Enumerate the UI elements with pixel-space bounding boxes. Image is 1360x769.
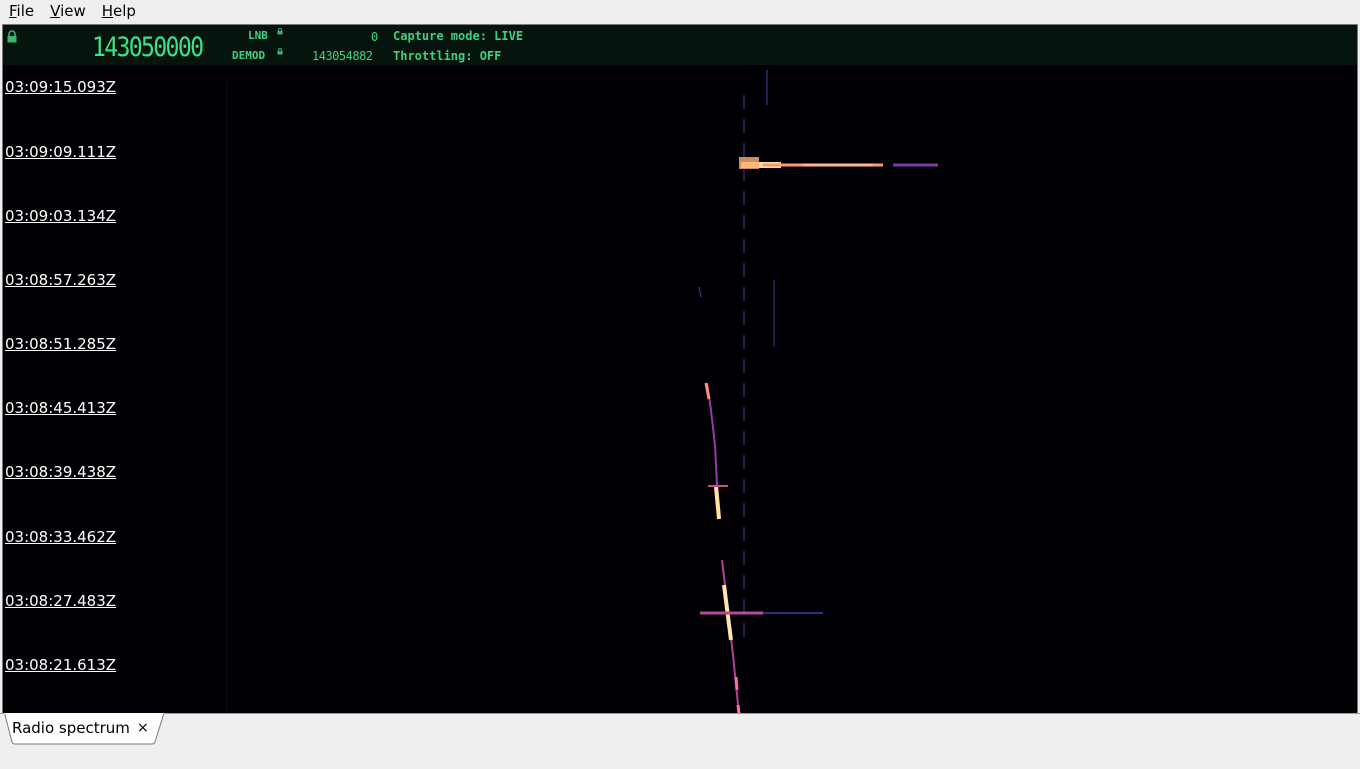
menu-file[interactable]: File bbox=[0, 0, 41, 22]
timestamp-label[interactable]: 03:08:21.613Z bbox=[5, 656, 116, 674]
menu-help[interactable]: Help bbox=[93, 0, 143, 22]
lnb-lock-icon[interactable] bbox=[277, 28, 283, 35]
lnb-label: LNB bbox=[248, 29, 268, 42]
timestamp-label[interactable]: 03:08:33.462Z bbox=[5, 528, 116, 546]
timestamp-label[interactable]: 03:08:39.438Z bbox=[5, 463, 116, 481]
menu-bar: File View Help bbox=[0, 0, 1360, 22]
demod-label: DEMOD bbox=[232, 49, 266, 62]
tab-label: Radio spectrum bbox=[12, 719, 130, 737]
timestamp-label[interactable]: 03:08:51.285Z bbox=[5, 335, 116, 353]
timestamp-label[interactable]: 03:08:27.483Z bbox=[5, 592, 116, 610]
main-frequency-display[interactable]: 143050000 bbox=[92, 33, 204, 63]
lnb-value[interactable]: 0 bbox=[371, 30, 378, 44]
menu-view[interactable]: View bbox=[41, 0, 93, 22]
spectrum-waterfall[interactable] bbox=[3, 65, 1357, 714]
tab-bar: Radio spectrum × bbox=[0, 713, 1360, 769]
spectrum-panel: 143050000 LNB 0 DEMOD 143054882 Capture … bbox=[2, 24, 1358, 714]
throttling-status: Throttling: OFF bbox=[393, 49, 502, 63]
timestamp-label[interactable]: 03:08:57.263Z bbox=[5, 271, 116, 289]
capture-mode-status: Capture mode: LIVE bbox=[393, 29, 524, 43]
tab-radio-spectrum[interactable]: Radio spectrum × bbox=[4, 713, 164, 745]
demod-frequency-value[interactable]: 143054882 bbox=[312, 49, 373, 63]
lock-icon[interactable] bbox=[6, 30, 18, 43]
timestamp-label[interactable]: 03:09:09.111Z bbox=[5, 143, 116, 161]
timestamp-label[interactable]: 03:09:03.134Z bbox=[5, 207, 116, 225]
demod-lock-icon[interactable] bbox=[277, 48, 283, 55]
timestamp-label[interactable]: 03:08:45.413Z bbox=[5, 399, 116, 417]
close-icon[interactable]: × bbox=[137, 719, 149, 737]
frequency-status-bar: 143050000 LNB 0 DEMOD 143054882 Capture … bbox=[3, 25, 1357, 65]
timestamp-label[interactable]: 03:09:15.093Z bbox=[5, 78, 116, 96]
